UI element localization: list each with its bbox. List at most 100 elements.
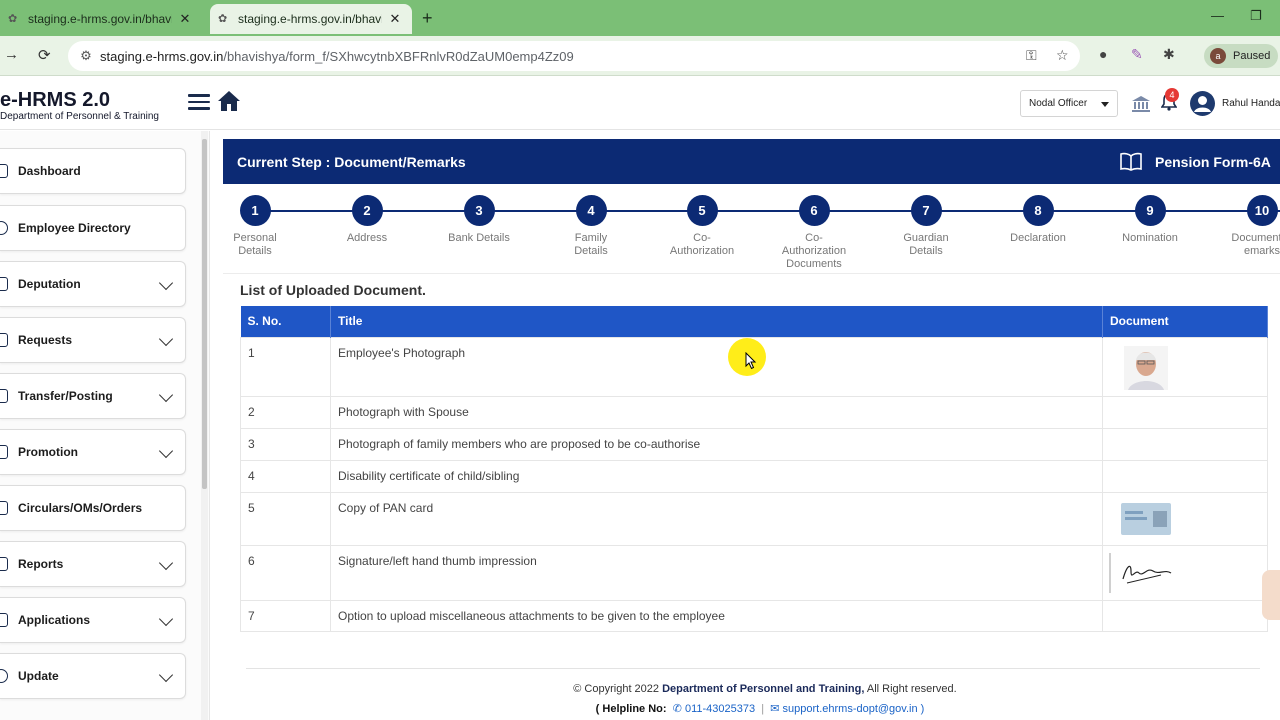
bank-icon[interactable] xyxy=(1131,95,1151,113)
user-avatar-icon[interactable] xyxy=(1190,91,1215,116)
floating-help-widget[interactable] xyxy=(1262,570,1280,620)
sidebar-item-label: Reports xyxy=(18,557,64,571)
sidebar-item-employee-directory[interactable]: Employee Directory xyxy=(0,205,186,251)
table-row: 3 Photograph of family members who are p… xyxy=(240,427,1268,461)
step-number: 4 xyxy=(575,195,607,226)
profile-chip[interactable]: a Paused xyxy=(1204,44,1278,68)
signature-thumbnail[interactable] xyxy=(1109,552,1179,593)
close-tab-icon[interactable]: ✕ xyxy=(388,11,402,27)
row-document xyxy=(1102,599,1268,632)
forward-icon[interactable]: → xyxy=(4,46,19,63)
step-bank-details[interactable]: 3 Bank Details xyxy=(434,195,524,245)
step-family-details[interactable]: 4 Family Details xyxy=(546,195,636,258)
row-document xyxy=(1102,395,1268,429)
sidebar-item-applications[interactable]: Applications xyxy=(0,597,186,643)
current-step-bar: Current Step : Document/Remarks Pension … xyxy=(223,139,1280,184)
helpline-label: ( Helpline No: xyxy=(595,703,667,715)
sidebar-item-deputation[interactable]: Deputation xyxy=(0,261,186,307)
sidebar-item-update[interactable]: Update xyxy=(0,653,186,699)
row-document xyxy=(1102,544,1268,601)
bookmark-star-icon[interactable]: ☆ xyxy=(1056,47,1069,64)
sidebar-item-requests[interactable]: Requests xyxy=(0,317,186,363)
update-icon xyxy=(0,669,8,683)
step-nomination[interactable]: 9 Nomination xyxy=(1105,195,1195,245)
home-icon[interactable] xyxy=(217,90,241,112)
sidebar-item-label: Dashboard xyxy=(18,164,81,178)
row-sno: 5 xyxy=(240,491,331,546)
app-logo-title[interactable]: e-HRMS 2.0 xyxy=(0,89,110,112)
step-address[interactable]: 2 Address xyxy=(322,195,412,245)
step-guardian-details[interactable]: 7 Guardian Details xyxy=(881,195,971,258)
helpline-phone-link[interactable]: 011-43025373 xyxy=(685,703,755,715)
address-bar[interactable]: ⚙ staging.e-hrms.gov.in/bhavishya/form_f… xyxy=(68,41,1080,71)
browser-tab[interactable]: ✿ staging.e-hrms.gov.in/bhavishya ✕ xyxy=(0,4,202,34)
mail-icon: ✉ xyxy=(770,703,780,715)
table-header-row: S. No. Title Document xyxy=(240,306,1268,337)
footer-helpline: ( Helpline No: ✆ 011-43025373 | ✉ suppor… xyxy=(595,703,925,715)
sidebar-item-transfer-posting[interactable]: Transfer/Posting xyxy=(0,373,186,419)
pan-card-thumbnail[interactable] xyxy=(1121,502,1171,535)
sidebar-item-label: Requests xyxy=(18,333,73,347)
extensions-puzzle-icon[interactable]: ✱ xyxy=(1163,46,1175,63)
uploaded-documents-heading: List of Uploaded Document. xyxy=(240,282,426,298)
transfer-icon xyxy=(0,389,8,403)
step-label: Document/Remarks xyxy=(1231,232,1280,257)
site-info-icon[interactable]: ⚙ xyxy=(72,48,100,64)
table-row: 6 Signature/left hand thumb impression xyxy=(240,544,1268,601)
table-row: 5 Copy of PAN card xyxy=(240,491,1268,546)
cookie-extension-icon[interactable]: ● xyxy=(1099,46,1107,62)
row-title: Signature/left hand thumb impression xyxy=(330,544,1103,601)
footer-copyright: © Copyright 2022 Department of Personnel… xyxy=(210,683,1280,695)
pen-extension-icon[interactable]: ✎ xyxy=(1131,46,1143,63)
chevron-down-icon xyxy=(158,387,174,403)
row-sno: 1 xyxy=(240,336,331,397)
role-select[interactable]: Nodal Officer xyxy=(1020,90,1118,117)
circulars-icon xyxy=(0,501,8,515)
step-label: Nomination xyxy=(1122,232,1178,244)
browser-toolbar: → ⟳ ⚙ staging.e-hrms.gov.in/bhavishya/fo… xyxy=(0,36,1280,76)
form-name: Pension Form-6A xyxy=(1155,154,1271,170)
step-label: Personal Details xyxy=(233,232,277,257)
step-label: Bank Details xyxy=(448,232,510,244)
step-co-authorization[interactable]: 5 Co-Authorization xyxy=(657,195,747,258)
chevron-down-icon xyxy=(158,275,174,291)
row-title: Disability certificate of child/sibling xyxy=(330,459,1103,493)
chevron-down-icon xyxy=(158,555,174,571)
sidebar-scrollbar-thumb[interactable] xyxy=(202,139,207,489)
menu-hamburger-icon[interactable] xyxy=(188,94,210,112)
notification-count-badge: 4 xyxy=(1165,88,1179,102)
applications-icon xyxy=(0,613,8,627)
password-key-icon[interactable]: ⚿ xyxy=(1026,47,1037,64)
app-header: e-HRMS 2.0 Department of Personnel & Tra… xyxy=(0,77,1280,130)
step-document-remarks[interactable]: 10 Document/Remarks xyxy=(1217,195,1280,258)
url-path: /bhavishya/form_f/SXhwcytnbXBFRnlvR0dZaU… xyxy=(223,48,574,64)
dashboard-icon xyxy=(0,164,8,178)
sidebar-item-promotion[interactable]: Promotion xyxy=(0,429,186,475)
step-personal-details[interactable]: 1 Personal Details xyxy=(210,195,300,258)
sidebar-item-circulars[interactable]: Circulars/OMs/Orders xyxy=(0,485,186,531)
step-declaration[interactable]: 8 Declaration xyxy=(993,195,1083,245)
row-sno: 7 xyxy=(240,599,331,632)
reload-icon[interactable]: ⟳ xyxy=(38,46,51,64)
site-favicon-icon: ✿ xyxy=(8,13,18,25)
sidebar-item-reports[interactable]: Reports xyxy=(0,541,186,587)
close-tab-icon[interactable]: ✕ xyxy=(178,11,192,27)
step-label: Declaration xyxy=(1010,232,1066,244)
step-co-authorization-documents[interactable]: 6 Co-Authorization Documents xyxy=(769,195,859,271)
chevron-down-icon xyxy=(1101,102,1109,107)
restore-icon[interactable]: ❐ xyxy=(1250,8,1262,24)
site-favicon-icon: ✿ xyxy=(218,13,228,25)
new-tab-icon[interactable]: + xyxy=(422,8,433,29)
table-row: 2 Photograph with Spouse xyxy=(240,395,1268,429)
step-label: Guardian Details xyxy=(903,232,949,257)
browser-tab-active[interactable]: ✿ staging.e-hrms.gov.in/bhavishya ✕ xyxy=(210,4,412,34)
step-number: 10 xyxy=(1246,195,1278,226)
column-header-document: Document xyxy=(1102,306,1268,337)
sidebar-item-label: Transfer/Posting xyxy=(18,389,113,403)
employee-photo-thumbnail[interactable] xyxy=(1124,345,1168,390)
user-name[interactable]: Rahul Handa xyxy=(1222,98,1280,109)
chevron-down-icon xyxy=(158,331,174,347)
sidebar-item-dashboard[interactable]: Dashboard xyxy=(0,148,186,194)
minimize-icon[interactable]: — xyxy=(1211,8,1224,23)
support-email-link[interactable]: support.ehrms-dopt@gov.in ) xyxy=(783,703,925,715)
